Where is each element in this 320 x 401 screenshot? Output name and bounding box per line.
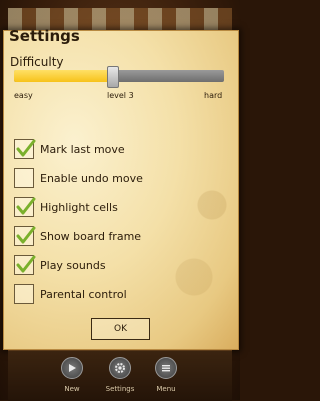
tick-easy: easy: [14, 91, 33, 100]
play-icon: [61, 357, 83, 379]
dialog-title: Settings: [9, 27, 80, 45]
tick-hard: hard: [204, 91, 223, 100]
settings-label: Settings: [105, 385, 135, 393]
option-label: Enable undo move: [40, 171, 143, 185]
menu-icon: [155, 357, 177, 379]
option-label: Show board frame: [40, 229, 142, 243]
tick-level-3: level 3: [107, 91, 134, 100]
settings-button[interactable]: Settings: [100, 357, 140, 393]
new-label: New: [64, 385, 80, 393]
option-highlight-cells[interactable]: Highlight cells: [14, 196, 214, 218]
option-parental-control[interactable]: Parental control: [14, 283, 214, 305]
option-label: Parental control: [40, 287, 127, 301]
checkbox[interactable]: [14, 139, 36, 159]
difficulty-slider[interactable]: [14, 66, 224, 88]
checkbox[interactable]: [14, 226, 36, 246]
checkbox[interactable]: [14, 168, 34, 188]
menu-label: Menu: [156, 385, 176, 393]
new-game-button[interactable]: New: [52, 357, 92, 393]
gear-icon: [109, 357, 131, 379]
checkbox[interactable]: [14, 284, 34, 304]
option-show-board-frame[interactable]: Show board frame: [14, 225, 214, 247]
option-label: Play sounds: [40, 258, 106, 272]
menu-button[interactable]: Menu: [146, 357, 186, 393]
slider-fill: [14, 70, 113, 82]
checkmark-icon: [16, 226, 36, 244]
ok-button[interactable]: OK: [91, 318, 150, 340]
checkbox[interactable]: [14, 255, 36, 275]
checkmark-icon: [16, 197, 36, 215]
option-play-sounds[interactable]: Play sounds: [14, 254, 214, 276]
checkmark-icon: [16, 139, 36, 157]
option-label: Mark last move: [40, 142, 125, 156]
bottom-toolbar: New Settings Menu: [8, 350, 232, 401]
checkbox[interactable]: [14, 197, 36, 217]
option-mark-last-move[interactable]: Mark last move: [14, 138, 214, 160]
checkmark-icon: [16, 255, 36, 273]
option-label: Highlight cells: [40, 200, 118, 214]
slider-thumb[interactable]: [106, 66, 119, 88]
option-enable-undo-move[interactable]: Enable undo move: [14, 167, 214, 189]
